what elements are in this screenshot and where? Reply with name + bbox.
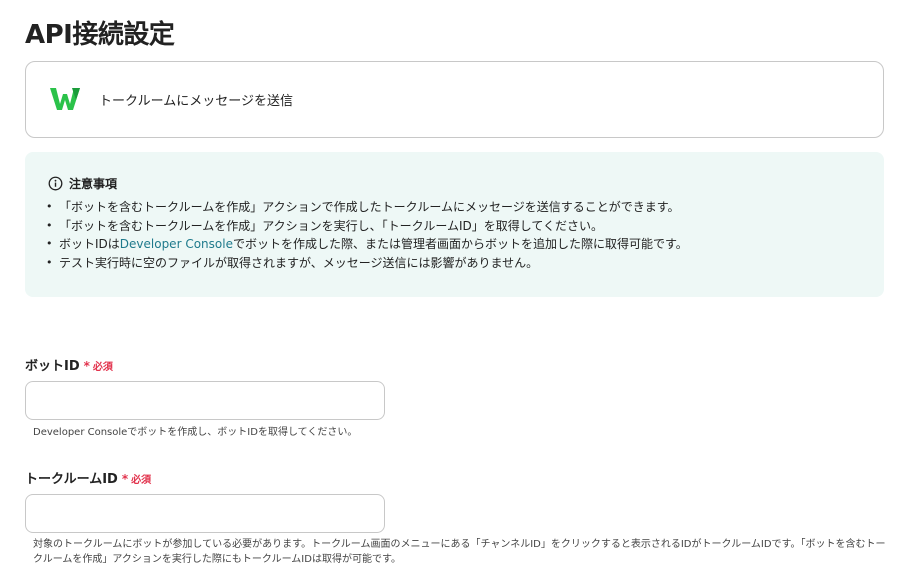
notice-item: 「ボットを含むトークルームを作成」アクションで作成したトークルームにメッセージを… xyxy=(46,198,688,217)
notice-header: 注意事項 xyxy=(48,175,117,192)
room-id-label-text: トークルームID xyxy=(25,472,118,487)
bot-id-label-text: ボットID xyxy=(25,359,80,374)
required-star: * xyxy=(83,359,90,373)
developer-console-link[interactable]: Developer Console xyxy=(120,237,233,251)
lineworks-logo-icon xyxy=(50,88,80,110)
action-label: トークルームにメッセージを送信 xyxy=(99,94,293,109)
notice-box: 注意事項 「ボットを含むトークルームを作成」アクションで作成したトークルームにメ… xyxy=(25,152,884,297)
bot-id-label: ボットID * 必須 xyxy=(25,355,113,374)
page-title: API接続設定 xyxy=(25,20,175,50)
notice-item: テスト実行時に空のファイルが取得されますが、メッセージ送信には影響がありません。 xyxy=(46,254,688,273)
bot-id-input[interactable] xyxy=(25,381,385,420)
notice-title: 注意事項 xyxy=(69,177,118,191)
required-badge: 必須 xyxy=(92,362,113,373)
room-id-help-line: 対象のトークルームにボットが参加している必要があります。トークルーム画面のメニュ… xyxy=(33,539,886,550)
required-star: * xyxy=(121,472,129,486)
room-id-help: 対象のトークルームにボットが参加している必要があります。トークルーム画面のメニュ… xyxy=(33,537,886,567)
room-id-help-line: クルームを作成」アクションを実行した際にもトークルームIDは取得が可能です。 xyxy=(33,554,401,565)
required-badge: 必須 xyxy=(131,475,152,486)
notice-list: 「ボットを含むトークルームを作成」アクションで作成したトークルームにメッセージを… xyxy=(46,198,688,272)
notice-item: 「ボットを含むトークルームを作成」アクションを実行し、「トークルームID」を取得… xyxy=(46,217,688,236)
notice-item: ボットIDはDeveloper Consoleでボットを作成した際、または管理者… xyxy=(46,235,688,254)
notice-item-text: ボットIDは xyxy=(59,237,120,251)
action-card[interactable]: トークルームにメッセージを送信 xyxy=(25,61,884,138)
notice-item-text: でボットを作成した際、または管理者画面からボットを追加した際に取得可能です。 xyxy=(232,237,688,251)
bot-id-help: Developer Consoleでボットを作成し、ボットIDを取得してください… xyxy=(33,427,358,438)
room-id-label: トークルームID * 必須 xyxy=(25,468,151,487)
info-icon xyxy=(48,176,63,191)
room-id-input[interactable] xyxy=(25,494,385,533)
